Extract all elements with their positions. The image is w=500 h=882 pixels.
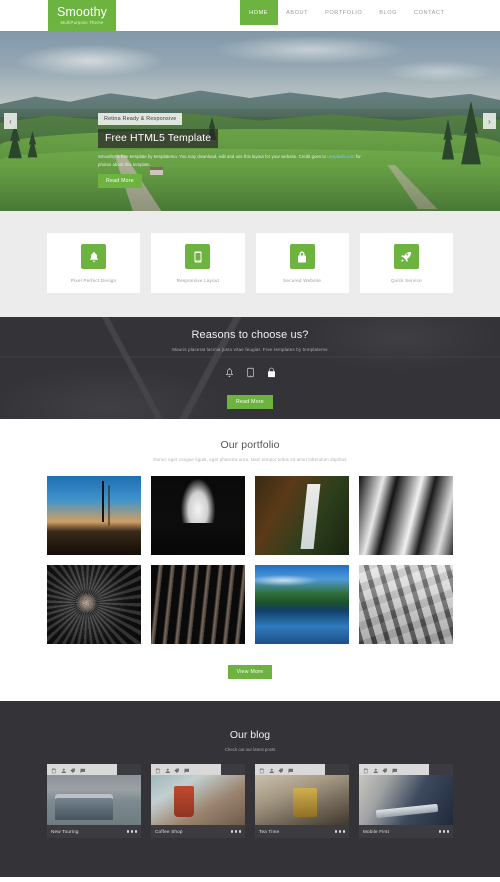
site-header: Smoothy MultiPurpose Theme HOME ABOUT PO… (0, 0, 500, 31)
reasons-icon-row (224, 365, 277, 383)
feature-card-responsive-layout[interactable]: Responsive Layout (151, 233, 245, 293)
blog-meta-bar (255, 764, 325, 775)
lock-icon (266, 365, 277, 383)
portfolio-actions: View More (0, 660, 500, 679)
blog-image-3 (359, 775, 453, 825)
reasons-subtitle: Mauris placerat lacinia justo vitae feug… (172, 347, 328, 352)
hero-paragraph-before: Smoothy is free template by templatemo. … (98, 154, 328, 159)
portfolio-item-4[interactable] (47, 565, 141, 644)
hero-paragraph: Smoothy is free template by templatemo. … (98, 153, 366, 168)
blog-post-title-3: Mobile First (363, 829, 390, 834)
slider-next-arrow-icon[interactable]: › (483, 113, 496, 129)
feature-card-secured-website[interactable]: Secured Website (255, 233, 349, 293)
blog-section: Our blog Check out our latest posts New … (0, 701, 500, 877)
slider-prev-arrow-icon[interactable]: ‹ (4, 113, 17, 129)
blog-card-tea-time[interactable]: Tea Time (255, 764, 349, 838)
portfolio-item-7[interactable] (359, 565, 453, 644)
rocket-icon (393, 244, 419, 269)
bell-icon (224, 365, 235, 383)
blog-more-dots-icon[interactable] (438, 830, 449, 833)
feature-label-0: Pixel Perfect Design (70, 278, 117, 283)
blog-image-1 (151, 775, 245, 825)
blog-card-mobile-first[interactable]: Mobile First (359, 764, 453, 838)
logo-title: Smoothy (56, 5, 108, 19)
reasons-read-more-button[interactable]: Read More (227, 395, 273, 409)
blog-image-2 (255, 775, 349, 825)
page-root: Smoothy MultiPurpose Theme HOME ABOUT PO… (0, 0, 500, 882)
features-section: Pixel Perfect Design Responsive Layout S… (0, 211, 500, 317)
hero-headline: Free HTML5 Template (98, 129, 219, 148)
logo-subtitle: MultiPurpose Theme (60, 20, 104, 25)
site-logo[interactable]: Smoothy MultiPurpose Theme (48, 0, 116, 31)
feature-label-2: Secured Website (283, 278, 322, 283)
nav-item-portfolio[interactable]: PORTFOLIO (317, 0, 371, 25)
blog-image-0 (47, 775, 141, 825)
bell-icon (81, 244, 107, 269)
nav-item-blog[interactable]: BLOG (371, 0, 406, 25)
blog-post-title-1: Coffee Shop (155, 829, 183, 834)
hero-paragraph-link[interactable]: unsplash.com (327, 154, 354, 159)
portfolio-subtitle: Donec eget congue ligula, eget pharetra … (153, 457, 347, 462)
portfolio-title: Our portfolio (220, 439, 280, 451)
blog-grid: New Touring Coffee Shop Tea Time Mobile … (47, 764, 453, 838)
blog-more-dots-icon[interactable] (334, 830, 345, 833)
reasons-title: Reasons to choose us? (191, 329, 309, 341)
portfolio-item-5[interactable] (151, 565, 245, 644)
portfolio-item-1[interactable] (151, 476, 245, 555)
feature-card-quick-service[interactable]: Quick Service (359, 233, 453, 293)
blog-post-title-0: New Touring (51, 829, 79, 834)
main-navigation: HOME ABOUT PORTFOLIO BLOG CONTACT (239, 0, 453, 25)
blog-meta-bar (47, 764, 117, 775)
portfolio-view-more-button[interactable]: View More (227, 665, 273, 679)
portfolio-item-6[interactable] (255, 565, 349, 644)
feature-card-pixel-perfect-design[interactable]: Pixel Perfect Design (47, 233, 141, 293)
blog-title: Our blog (229, 729, 271, 741)
feature-label-1: Responsive Layout (176, 278, 220, 283)
portfolio-section: Our portfolio Donec eget congue ligula, … (0, 419, 500, 701)
hero-read-more-button[interactable]: Read More (98, 174, 142, 188)
blog-card-new-touring[interactable]: New Touring (47, 764, 141, 838)
blog-more-dots-icon[interactable] (126, 830, 137, 833)
hero-tagline: Retina Ready & Responsive (98, 113, 183, 125)
hero-slider: ‹ › Retina Ready & Responsive Free HTML5… (0, 31, 500, 211)
feature-label-3: Quick Service (390, 278, 422, 283)
portfolio-item-3[interactable] (359, 476, 453, 555)
blog-meta-bar (359, 764, 429, 775)
blog-post-title-2: Tea Time (259, 829, 280, 834)
portfolio-item-0[interactable] (47, 476, 141, 555)
blog-card-coffee-shop[interactable]: Coffee Shop (151, 764, 245, 838)
blog-card-footer: New Touring (47, 825, 141, 838)
blog-card-footer: Mobile First (359, 825, 453, 838)
blog-card-footer: Tea Time (255, 825, 349, 838)
hero-caption: Retina Ready & Responsive Free HTML5 Tem… (98, 107, 398, 188)
tablet-icon (185, 244, 211, 269)
nav-item-home[interactable]: HOME (239, 0, 278, 25)
portfolio-grid (47, 476, 453, 644)
portfolio-item-2[interactable] (255, 476, 349, 555)
blog-subtitle: Check out our latest posts (224, 747, 276, 752)
blog-meta-bar (151, 764, 221, 775)
lock-icon (289, 244, 315, 269)
blog-card-footer: Coffee Shop (151, 825, 245, 838)
reasons-section: Reasons to choose us? Mauris placerat la… (0, 317, 500, 419)
blog-more-dots-icon[interactable] (230, 830, 241, 833)
tablet-icon (245, 365, 256, 383)
nav-item-contact[interactable]: CONTACT (406, 0, 453, 25)
nav-item-about[interactable]: ABOUT (278, 0, 317, 25)
